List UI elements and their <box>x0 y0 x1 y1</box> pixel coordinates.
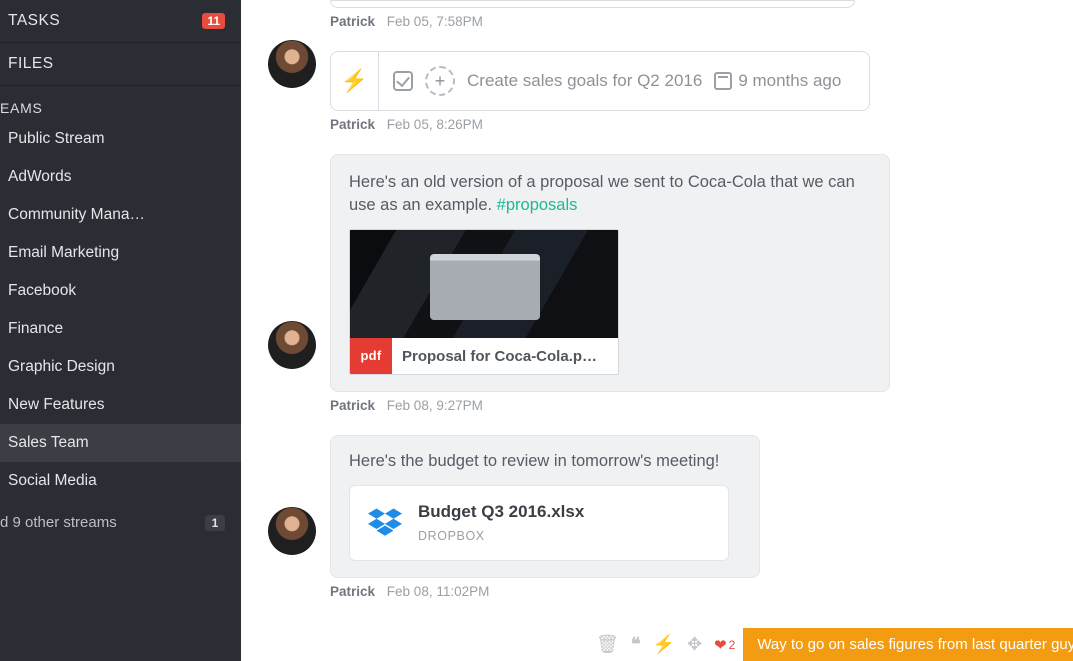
bottom-bar: 🗑 ❝ ⚡ ✥ ❤2 Way to go on sales figures fr… <box>596 628 1073 661</box>
dropbox-source: DROPBOX <box>418 528 584 546</box>
message-bubble: Here's an old version of a proposal we s… <box>330 154 890 392</box>
post-author: Patrick <box>330 14 375 29</box>
post-meta: Patrick Feb 08, 9:27PM <box>330 398 1063 413</box>
truncated-card <box>330 0 855 8</box>
notification-banner[interactable]: Way to go on sales figures from last qua… <box>743 628 1073 661</box>
sidebar-more-streams[interactable]: d 9 other streams 1 <box>0 502 241 543</box>
task-card[interactable]: ⚡ + Create sales goals for Q2 2016 9 mon… <box>330 51 870 111</box>
add-button[interactable]: + <box>425 66 455 96</box>
like-button[interactable]: ❤2 <box>714 636 735 654</box>
sidebar-item-facebook[interactable]: Facebook <box>0 272 241 310</box>
sidebar-files-label: FILES <box>8 55 54 73</box>
dropbox-filename: Budget Q3 2016.xlsx <box>418 500 584 524</box>
more-streams-badge: 1 <box>205 515 225 531</box>
trash-icon[interactable]: 🗑 <box>596 634 619 655</box>
post-actions: 🗑 ❝ ⚡ ✥ ❤2 <box>596 628 735 661</box>
avatar[interactable] <box>268 321 316 369</box>
sidebar-item-community-management[interactable]: Community Mana… <box>0 196 241 234</box>
task-checkbox-icon[interactable] <box>393 71 413 91</box>
main-feed: Patrick Feb 05, 7:58PM ⚡ + Create sales … <box>241 0 1073 661</box>
bolt-icon[interactable]: ⚡ <box>653 634 675 655</box>
post-meta: Patrick Feb 05, 7:58PM <box>330 14 1063 29</box>
attachment-thumbnail <box>350 230 618 338</box>
task-relative-time: 9 months ago <box>714 71 841 91</box>
attachment-filename: Proposal for Coca-Cola.p… <box>392 346 618 367</box>
feed-post: Here's an old version of a proposal we s… <box>268 154 1063 413</box>
dropbox-attachment[interactable]: Budget Q3 2016.xlsx DROPBOX <box>349 485 729 560</box>
sidebar: TASKS 11 FILES EAMS Public Stream AdWord… <box>0 0 241 661</box>
message-text: Here's the budget to review in tomorrow'… <box>349 452 719 470</box>
sidebar-item-social-media[interactable]: Social Media <box>0 462 241 500</box>
post-timestamp: Feb 05, 8:26PM <box>387 117 483 132</box>
post-timestamp: Feb 05, 7:58PM <box>387 14 483 29</box>
avatar[interactable] <box>268 40 316 88</box>
sidebar-item-public-stream[interactable]: Public Stream <box>0 120 241 158</box>
post-timestamp: Feb 08, 9:27PM <box>387 398 483 413</box>
sidebar-more-streams-label: d 9 other streams <box>0 514 117 531</box>
tasks-count-badge: 11 <box>202 13 225 29</box>
calendar-icon <box>714 72 732 90</box>
sidebar-tasks-label: TASKS <box>8 12 60 30</box>
avatar[interactable] <box>268 507 316 555</box>
sidebar-item-new-features[interactable]: New Features <box>0 386 241 424</box>
sidebar-item-sales-team[interactable]: Sales Team <box>0 424 241 462</box>
sidebar-item-finance[interactable]: Finance <box>0 310 241 348</box>
like-count: 2 <box>729 638 736 652</box>
task-title: Create sales goals for Q2 2016 <box>467 71 702 91</box>
quote-icon[interactable]: ❝ <box>631 634 641 655</box>
post-author: Patrick <box>330 398 375 413</box>
post-timestamp: Feb 08, 11:02PM <box>387 584 490 599</box>
message-text: Here's an old version of a proposal we s… <box>349 173 855 214</box>
hashtag[interactable]: #proposals <box>497 196 578 214</box>
bolt-icon: ⚡ <box>331 52 379 110</box>
feed-post: Patrick Feb 05, 7:58PM <box>268 0 1063 29</box>
sidebar-tasks[interactable]: TASKS 11 <box>0 0 241 42</box>
feed-post: ⚡ + Create sales goals for Q2 2016 9 mon… <box>268 51 1063 132</box>
sidebar-item-graphic-design[interactable]: Graphic Design <box>0 348 241 386</box>
sidebar-item-email-marketing[interactable]: Email Marketing <box>0 234 241 272</box>
sidebar-files[interactable]: FILES <box>0 43 241 85</box>
file-attachment[interactable]: pdf Proposal for Coca-Cola.p… <box>349 229 619 375</box>
post-author: Patrick <box>330 117 375 132</box>
post-meta: Patrick Feb 08, 11:02PM <box>330 584 1063 599</box>
sidebar-item-adwords[interactable]: AdWords <box>0 158 241 196</box>
post-author: Patrick <box>330 584 375 599</box>
feed-post: Here's the budget to review in tomorrow'… <box>268 435 1063 598</box>
move-icon[interactable]: ✥ <box>687 634 702 655</box>
post-meta: Patrick Feb 05, 8:26PM <box>330 117 1063 132</box>
message-bubble: Here's the budget to review in tomorrow'… <box>330 435 760 577</box>
stream-list: Public Stream AdWords Community Mana… Em… <box>0 120 241 500</box>
dropbox-icon <box>368 508 402 538</box>
sidebar-section-teams: EAMS <box>0 86 241 120</box>
heart-icon: ❤ <box>714 636 727 654</box>
pdf-badge: pdf <box>350 338 392 374</box>
notification-text: Way to go on sales figures from last qua… <box>757 636 1073 653</box>
